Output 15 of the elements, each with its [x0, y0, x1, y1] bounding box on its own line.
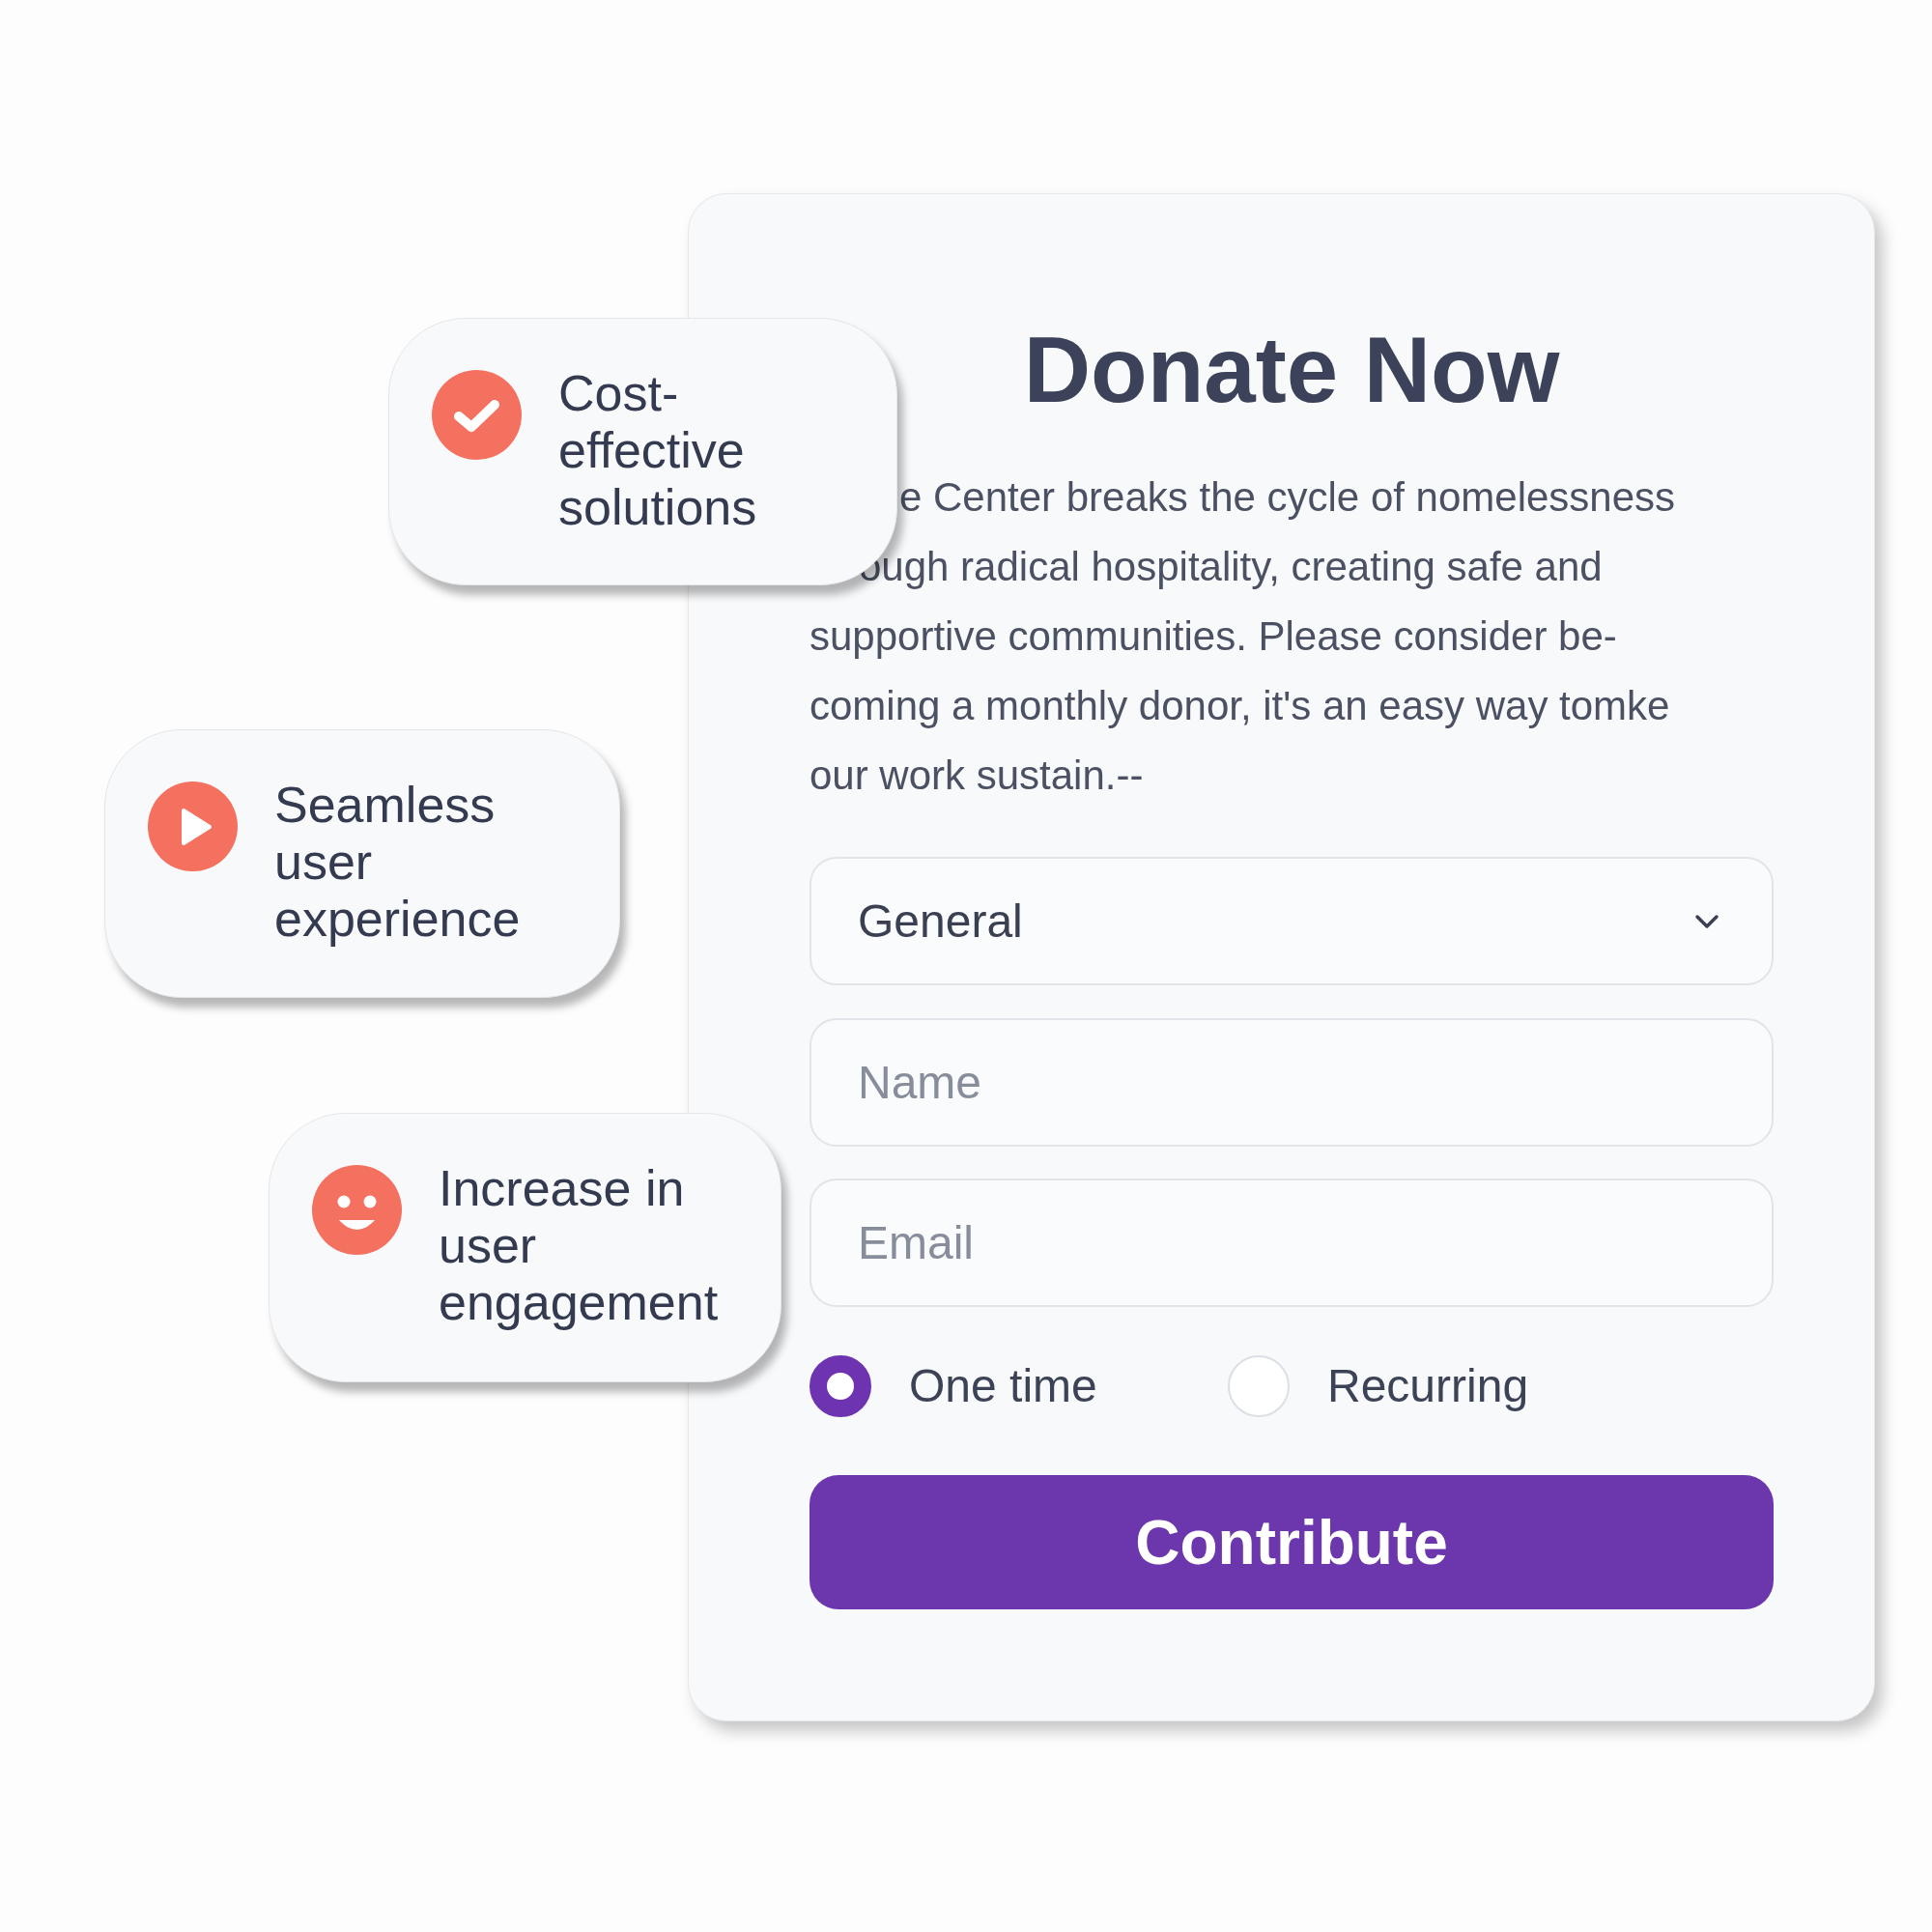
radio-label[interactable]: Recurring	[1327, 1363, 1529, 1409]
radio-label[interactable]: One time	[909, 1363, 1097, 1409]
check-circle-icon	[432, 370, 522, 460]
feature-text: Seamless user experience	[274, 777, 522, 948]
contribute-button[interactable]: Contribute	[810, 1475, 1774, 1609]
feature-text: Increase in user engagement	[439, 1160, 720, 1331]
play-circle-icon	[148, 781, 238, 871]
smiley-face-icon	[312, 1165, 402, 1255]
form-title: Donate Now	[1023, 324, 1560, 416]
name-field[interactable]: Name	[810, 1018, 1774, 1147]
email-field[interactable]: Email	[810, 1179, 1774, 1307]
category-select[interactable]: General	[810, 857, 1774, 985]
radio-button[interactable]	[810, 1355, 871, 1417]
feature-text: Cost-effective solutions	[558, 365, 758, 536]
chevron-down-icon	[1694, 913, 1719, 929]
